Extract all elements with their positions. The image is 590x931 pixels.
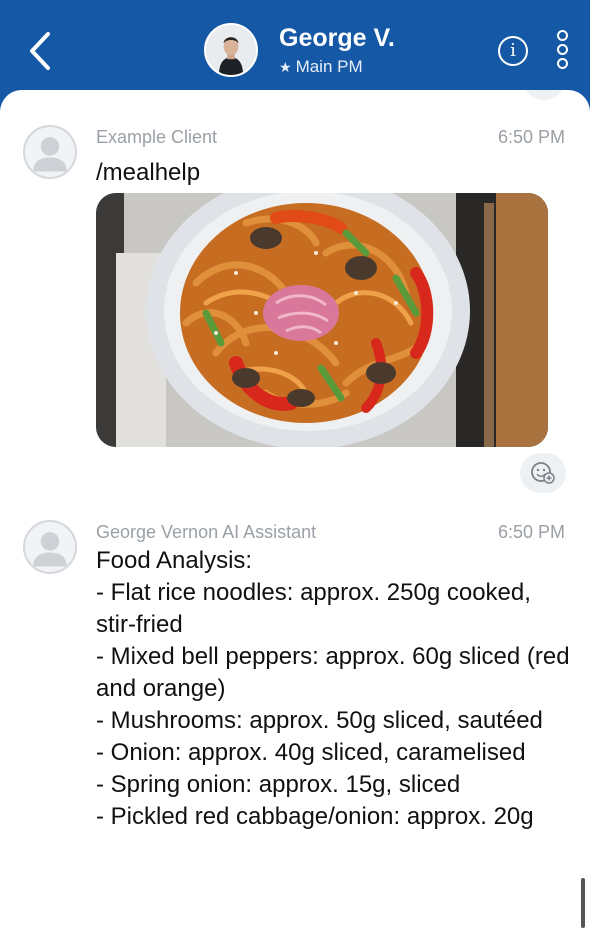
food-image[interactable] — [96, 193, 548, 447]
message-sender: Example Client — [96, 127, 218, 147]
add-reaction-icon — [531, 462, 555, 484]
vertical-dots-icon[interactable] — [555, 30, 569, 72]
back-button[interactable] — [22, 28, 62, 74]
info-icon[interactable]: i — [498, 36, 528, 66]
message-time: 6:50 PM — [497, 127, 565, 147]
message-sender: George Vernon AI Assistant — [96, 522, 317, 542]
chevron-left-icon — [30, 32, 50, 70]
chat-header: George V. ★ Main PM i — [0, 0, 590, 100]
previous-reaction-button[interactable] — [522, 90, 566, 100]
add-reaction-button[interactable] — [520, 453, 566, 493]
conversation-panel[interactable]: Example Client 6:50 PM /mealhelp George … — [0, 90, 590, 931]
message-time: 6:50 PM — [497, 522, 565, 542]
assistant-avatar[interactable] — [23, 520, 77, 574]
client-avatar[interactable] — [23, 125, 77, 179]
analysis-heading: Food Analysis: — [96, 547, 253, 574]
analysis-item: - Onion: approx. 40g sliced, caramelised — [96, 739, 526, 766]
default-avatar-icon — [33, 137, 67, 172]
analysis-item: - Spring onion: approx. 15g, sliced — [96, 771, 461, 798]
contact-subtitle: ★ Main PM — [279, 57, 363, 77]
analysis-message: Food Analysis: - Flat rice noodles: appr… — [96, 545, 571, 833]
message-text: /mealhelp — [96, 159, 201, 186]
analysis-item: - Mushrooms: approx. 50g sliced, sautéed — [96, 707, 543, 734]
analysis-item: - Flat rice noodles: approx. 250g cooked… — [96, 579, 531, 638]
analysis-item: - Mixed bell peppers: approx. 60g sliced… — [96, 643, 570, 702]
default-avatar-icon — [33, 532, 67, 567]
contact-name[interactable]: George V. — [279, 24, 395, 53]
star-icon: ★ — [279, 59, 292, 75]
contact-role: Main PM — [295, 57, 363, 76]
contact-avatar[interactable] — [204, 23, 258, 77]
scrollbar[interactable] — [581, 878, 585, 928]
analysis-item: - Pickled red cabbage/onion: approx. 20g — [96, 803, 534, 830]
